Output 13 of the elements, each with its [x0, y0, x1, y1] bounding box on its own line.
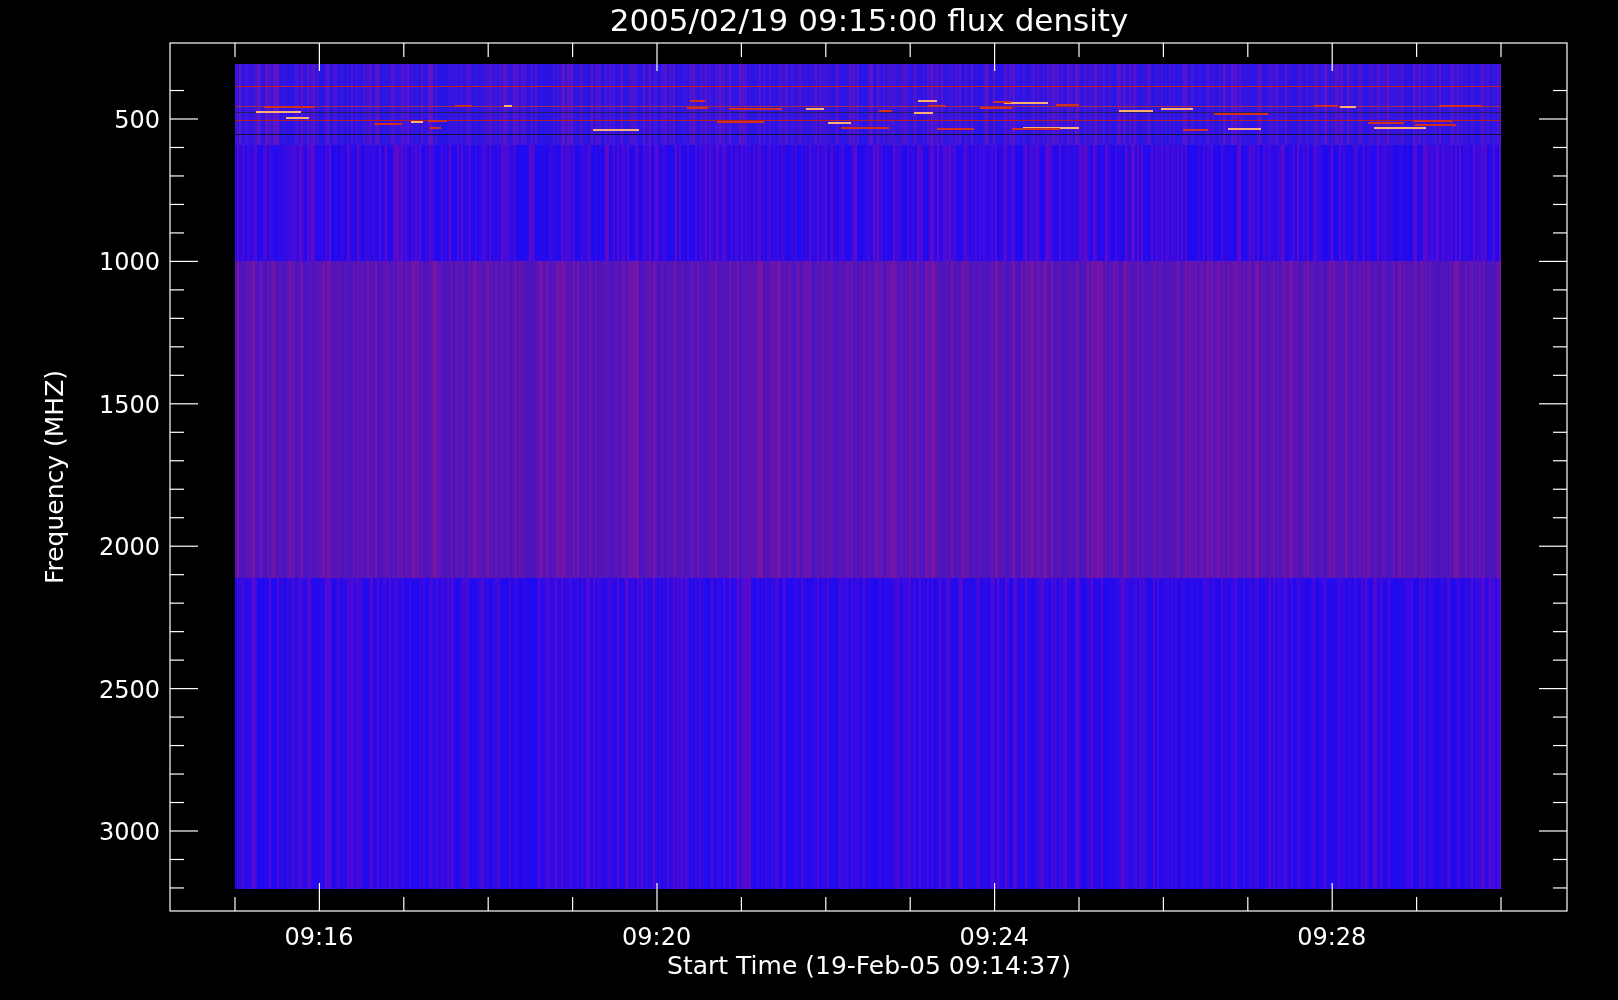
- x-tick-label: 09:24: [959, 923, 1029, 951]
- y-axis-label: Frequency (MHZ): [40, 369, 69, 585]
- y-tick-label: 2000: [98, 533, 160, 562]
- y-tick-label: 3000: [98, 818, 160, 846]
- chart-title: 2005/02/19 09:15:00 flux density: [609, 2, 1129, 38]
- y-tick-label: 1500: [98, 390, 160, 419]
- y-tick-label: 1000: [98, 248, 160, 277]
- y-tick-label: 500: [114, 106, 160, 134]
- y-tick-label: 2500: [98, 675, 160, 704]
- x-axis-label: Start Time (19-Feb-05 09:14:37): [667, 951, 1071, 980]
- x-tick-label: 09:28: [1297, 923, 1367, 951]
- x-tick-label: 09:20: [622, 923, 692, 951]
- x-tick-label: 09:16: [284, 923, 354, 951]
